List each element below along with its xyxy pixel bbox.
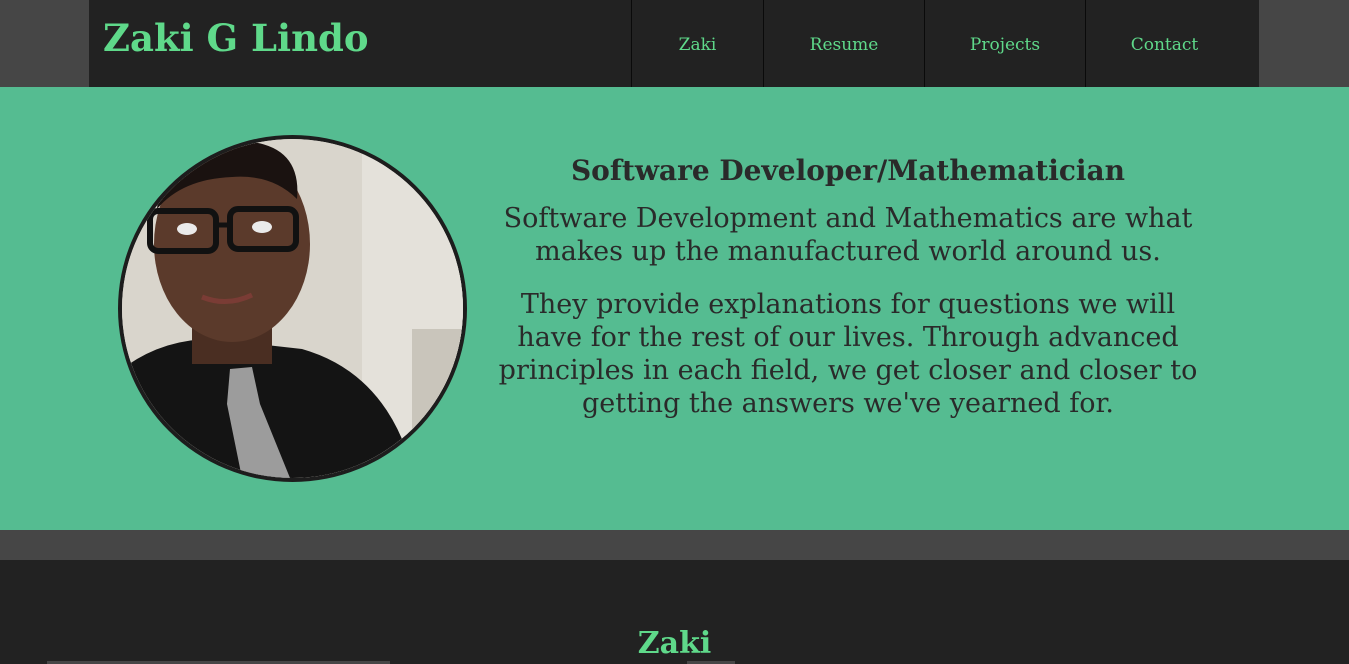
site-brand[interactable]: Zaki G Lindo [103, 16, 369, 60]
profile-photo-image [122, 139, 463, 478]
profile-photo [118, 135, 467, 482]
hero-section: Software Developer/Mathematician Softwar… [0, 87, 1349, 530]
nav-link-zaki[interactable]: Zaki [631, 0, 763, 87]
hero-paragraph-1: Software Development and Mathematics are… [503, 203, 1193, 267]
nav-link-contact[interactable]: Contact [1085, 0, 1243, 87]
section-title: Zaki [637, 626, 712, 661]
nav-link-projects[interactable]: Projects [924, 0, 1085, 87]
section-divider [0, 530, 1349, 560]
hero-paragraph-2: They provide explanations for questions … [498, 289, 1198, 419]
hero-text: Software Developer/Mathematician Softwar… [494, 153, 1202, 440]
site-header: Zaki G Lindo Zaki Resume Projects Contac… [89, 0, 1259, 87]
main-nav: Zaki Resume Projects Contact [631, 0, 1243, 87]
hero-title: Software Developer/Mathematician [570, 154, 1126, 187]
about-section: Zaki [0, 560, 1349, 664]
nav-link-resume[interactable]: Resume [763, 0, 924, 87]
